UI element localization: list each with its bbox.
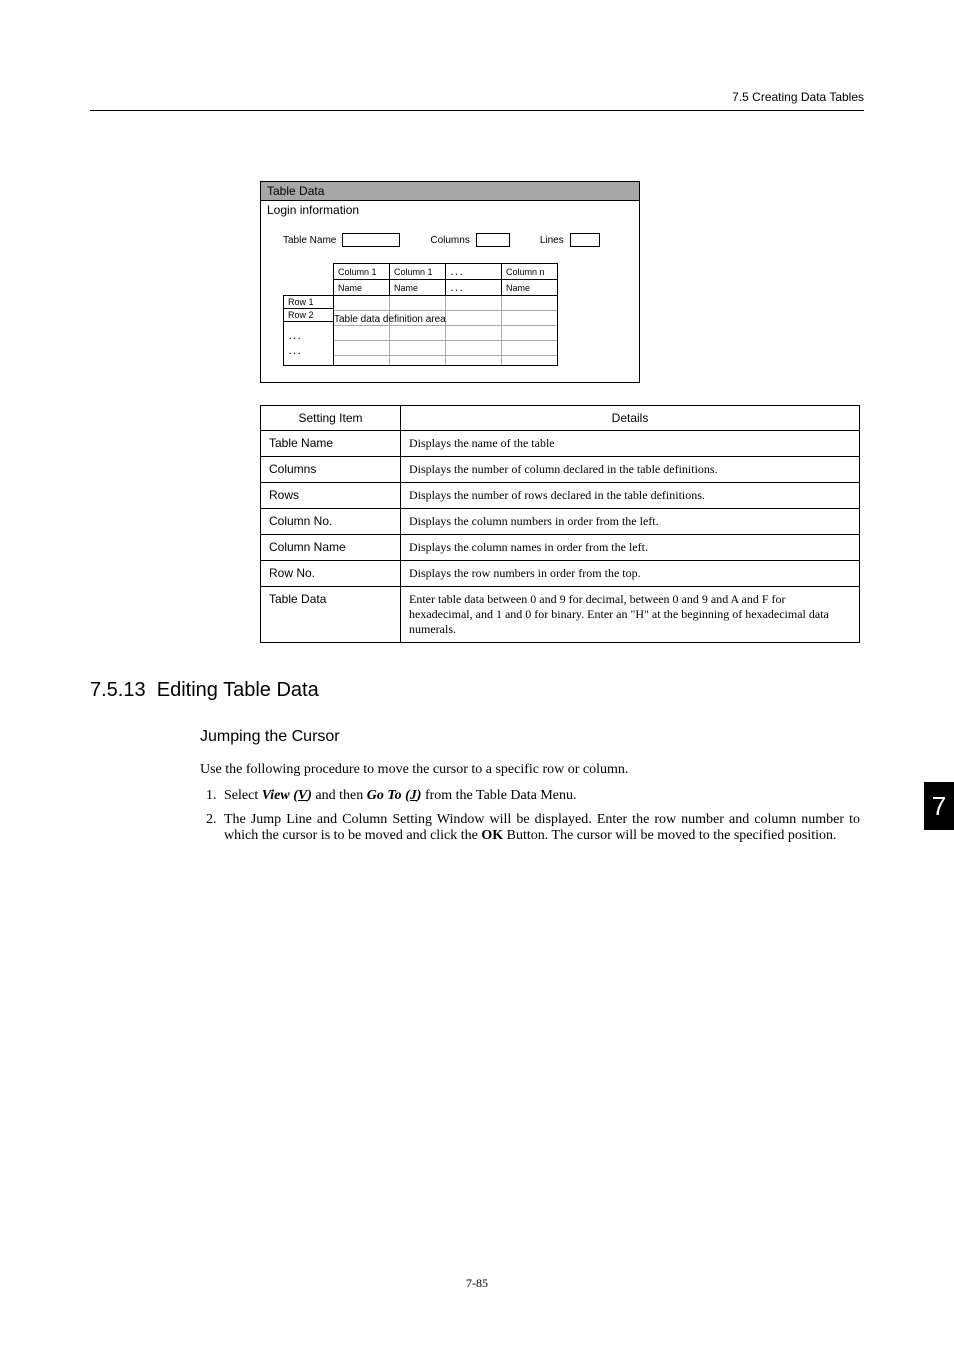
col-header: ．．． <box>446 264 502 280</box>
settings-header-details: Details <box>401 406 860 431</box>
section-number: 7.5.13 <box>90 679 146 701</box>
step-text: from the Table Data Menu. <box>421 788 576 803</box>
setting-item: Column No. <box>261 509 401 535</box>
menu-goto: Go To (J) <box>367 788 422 803</box>
setting-item: Column Name <box>261 535 401 561</box>
setting-item: Table Name <box>261 431 401 457</box>
settings-header-item: Setting Item <box>261 406 401 431</box>
setting-details: Displays the number of column declared i… <box>401 457 860 483</box>
setting-item: Table Data <box>261 587 401 643</box>
setting-details: Enter table data between 0 and 9 for dec… <box>401 587 860 643</box>
label-table-name: Table Name <box>283 235 336 246</box>
setting-details: Displays the name of the table <box>401 431 860 457</box>
menu-view: View (V) <box>262 788 312 803</box>
label-lines: Lines <box>540 235 564 246</box>
chapter-tab: 7 <box>924 782 954 830</box>
section-title: Editing Table Data <box>157 679 319 701</box>
page-header-breadcrumb: 7.5 Creating Data Tables <box>90 90 864 104</box>
row-header: Row 2 <box>284 309 334 322</box>
data-area-label: Table data definition area <box>334 314 557 325</box>
step-text: Button. The cursor will be moved to the … <box>503 828 836 843</box>
col-header: Column 1 <box>334 264 390 280</box>
row-header: Row 1 <box>284 296 334 309</box>
setting-details: Displays the column names in order from … <box>401 535 860 561</box>
step-text: and then <box>312 788 367 803</box>
section-heading: 7.5.13 Editing Table Data <box>90 679 864 702</box>
page-number: 7-85 <box>0 1276 954 1291</box>
settings-table: Setting Item Details Table NameDisplays … <box>260 405 860 643</box>
field-columns <box>476 233 510 247</box>
setting-item: Columns <box>261 457 401 483</box>
diagram-titlebar: Table Data <box>261 182 639 201</box>
setting-item: Rows <box>261 483 401 509</box>
label-columns: Columns <box>430 235 469 246</box>
table-row: Column NameDisplays the column names in … <box>261 535 860 561</box>
table-row: Table DataEnter table data between 0 and… <box>261 587 860 643</box>
col-name: Name <box>502 280 558 296</box>
col-name: Name <box>390 280 446 296</box>
header-rule <box>90 110 864 111</box>
table-row: Table NameDisplays the name of the table <box>261 431 860 457</box>
field-lines <box>570 233 600 247</box>
table-data-diagram: Table Data Login information Table Name … <box>260 181 864 383</box>
setting-item: Row No. <box>261 561 401 587</box>
subsection-heading: Jumping the Cursor <box>200 728 864 746</box>
table-row: Row No.Displays the row numbers in order… <box>261 561 860 587</box>
intro-paragraph: Use the following procedure to move the … <box>200 762 860 778</box>
table-row: ColumnsDisplays the number of column dec… <box>261 457 860 483</box>
diagram-grid: Column 1 Column 1 ．．． Column n Name Name… <box>283 263 558 366</box>
table-row: RowsDisplays the number of rows declared… <box>261 483 860 509</box>
setting-details: Displays the number of rows declared in … <box>401 483 860 509</box>
col-name: Name <box>334 280 390 296</box>
setting-details: Displays the row numbers in order from t… <box>401 561 860 587</box>
col-name: ．．． <box>446 280 502 296</box>
step-1: Select View (V) and then Go To (J) from … <box>220 788 860 804</box>
diagram-subtitle: Login information <box>261 201 639 219</box>
step-2: The Jump Line and Column Setting Window … <box>220 812 860 844</box>
field-table-name <box>342 233 400 247</box>
row-header-dots: ．．． ．．． <box>284 322 334 366</box>
setting-details: Displays the column numbers in order fro… <box>401 509 860 535</box>
col-header: Column n <box>502 264 558 280</box>
col-header: Column 1 <box>390 264 446 280</box>
ok-button-ref: OK <box>481 828 503 843</box>
table-row: Column No.Displays the column numbers in… <box>261 509 860 535</box>
step-text: Select <box>224 788 262 803</box>
